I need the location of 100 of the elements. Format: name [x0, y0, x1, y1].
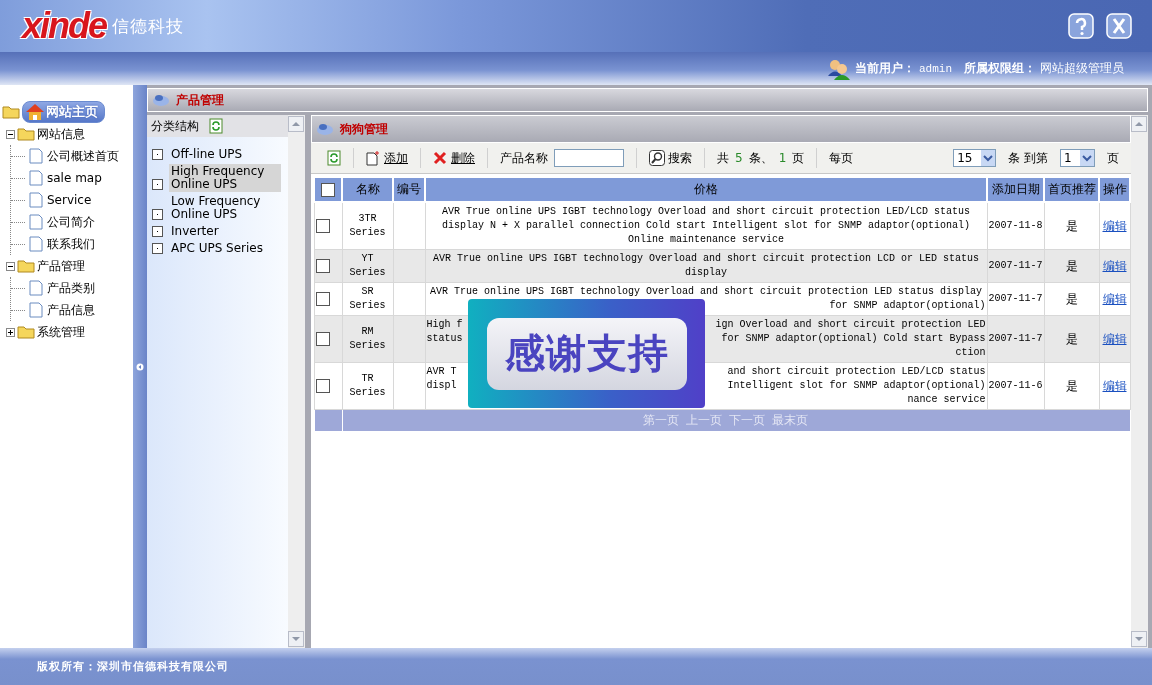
refresh-icon[interactable]	[209, 118, 223, 134]
document-icon	[29, 236, 43, 252]
thanks-text: 感谢支持	[486, 317, 687, 390]
tree-item[interactable]: 网站信息	[37, 125, 85, 143]
edit-link[interactable]: 编辑	[1102, 378, 1127, 393]
search-button[interactable]: 搜索	[649, 149, 692, 167]
tree-item[interactable]: 产品信息	[47, 301, 95, 319]
description-text: nance service	[907, 393, 986, 407]
new-document-icon	[366, 150, 380, 166]
description-text: and short circuit protection LED/LCD status	[727, 365, 986, 379]
dropdown-icon	[981, 150, 996, 166]
document-icon	[29, 192, 43, 208]
column-header: 首页推荐	[1044, 177, 1099, 202]
table-cell: 3TR Series	[342, 202, 393, 250]
tree-item[interactable]: 公司概述首页	[47, 147, 119, 165]
table-cell: 是	[1044, 315, 1099, 363]
goto-label: 条 到第	[1008, 149, 1048, 167]
edit-link[interactable]: 编辑	[1102, 258, 1127, 273]
total-count: 5	[735, 151, 743, 165]
table-cell: 2007-11-6	[987, 362, 1044, 410]
folder-icon	[17, 127, 35, 141]
tree-item[interactable]: 联系我们	[47, 235, 95, 253]
document-icon	[29, 280, 43, 296]
table-cell: 2007-11-7	[987, 282, 1044, 316]
bullet-icon	[152, 226, 163, 237]
add-button[interactable]: 添加	[366, 149, 408, 167]
column-header: 价格	[425, 177, 987, 202]
page-select[interactable]: 1	[1060, 149, 1095, 167]
copyright-text: 版权所有：深圳市信德科技有限公司	[37, 659, 229, 674]
scroll-up-icon[interactable]	[288, 116, 304, 132]
search-icon	[649, 150, 665, 166]
folder-icon	[2, 105, 20, 119]
refresh-icon[interactable]	[327, 150, 341, 166]
category-item[interactable]: Low Frequency Online UPS	[169, 194, 281, 222]
document-icon	[29, 214, 43, 230]
scroll-down-icon[interactable]	[288, 631, 304, 647]
row-checkbox[interactable]	[315, 332, 330, 347]
delete-icon	[433, 151, 447, 165]
table-cell: 2007-11-7	[987, 315, 1044, 363]
description-text: for SNMP adaptor(optional)	[829, 299, 986, 313]
expander-icon[interactable]	[6, 129, 15, 139]
page-unit: 页	[792, 149, 805, 167]
description-text: Intelligent slot for SNMP adaptor(optional)	[727, 379, 986, 393]
expander-icon[interactable]	[6, 261, 15, 271]
description-text: displ	[426, 379, 457, 393]
folder-icon	[17, 325, 35, 339]
description-text: AVR T	[426, 365, 457, 379]
description-text: display	[684, 266, 728, 280]
scroll-down-icon[interactable]	[1131, 631, 1147, 647]
description-text: ign Overload and short circuit protection LED	[715, 318, 986, 332]
document-icon	[29, 148, 43, 164]
panel-title: 狗狗管理	[340, 120, 388, 138]
users-icon	[827, 57, 851, 80]
table-cell: SR Series	[342, 282, 393, 316]
description-text: AVR True online UPS IGBT technology Overload and short circuit protection LED/LCD status	[440, 205, 972, 219]
scroll-up-icon[interactable]	[1131, 116, 1147, 132]
tree-item[interactable]: 产品管理	[37, 257, 85, 275]
edit-link[interactable]: 编辑	[1102, 331, 1127, 346]
close-icon[interactable]	[1106, 13, 1132, 39]
table-cell: RM Series	[342, 315, 393, 363]
tree-item[interactable]: sale map	[47, 171, 102, 185]
page-count: 1	[778, 151, 787, 165]
per-page-select[interactable]: 15	[953, 149, 997, 167]
category-item[interactable]: Inverter	[169, 224, 281, 239]
disc-icon	[152, 93, 170, 107]
scrollbar[interactable]	[1131, 115, 1148, 648]
tree-item[interactable]: 公司简介	[47, 213, 95, 231]
delete-button[interactable]: 删除	[433, 149, 475, 167]
tree-item[interactable]: Service	[47, 193, 92, 207]
row-checkbox[interactable]	[315, 259, 330, 274]
table-cell: 是	[1044, 282, 1099, 316]
category-item[interactable]: High Frequency Online UPS	[169, 164, 281, 192]
expander-icon[interactable]	[6, 327, 15, 337]
group-name: 网站超级管理员	[1040, 60, 1124, 77]
tree-item[interactable]: 产品类别	[47, 279, 95, 297]
column-header: 添加日期	[987, 177, 1044, 202]
table-cell: 是	[1044, 249, 1099, 283]
description-text: AVR True online UPS IGBT technology Overload and short circuit protection LED status display	[428, 285, 984, 299]
row-checkbox[interactable]	[315, 379, 330, 394]
help-icon[interactable]	[1068, 13, 1094, 39]
document-icon	[29, 302, 43, 318]
table-cell: YT Series	[342, 249, 393, 283]
category-item[interactable]: APC UPS Series	[169, 241, 281, 256]
disc-icon	[316, 122, 334, 136]
group-label: 所属权限组：	[964, 60, 1036, 77]
row-checkbox[interactable]	[315, 219, 330, 234]
house-icon	[25, 103, 45, 121]
select-all-checkbox[interactable]	[321, 182, 335, 197]
table-cell: 2007-11-8	[987, 202, 1044, 250]
scrollbar[interactable]	[288, 115, 305, 648]
row-checkbox[interactable]	[315, 292, 330, 307]
edit-link[interactable]: 编辑	[1102, 291, 1127, 306]
edit-link[interactable]: 编辑	[1102, 218, 1127, 233]
tree-item[interactable]: 系统管理	[37, 323, 85, 341]
collapse-icon[interactable]	[136, 362, 144, 371]
category-item[interactable]: Off-line UPS	[169, 147, 281, 162]
bullet-icon	[152, 209, 163, 220]
total-unit: 条、	[748, 149, 773, 167]
name-label: 产品名称	[500, 149, 548, 167]
name-input[interactable]	[554, 149, 624, 167]
